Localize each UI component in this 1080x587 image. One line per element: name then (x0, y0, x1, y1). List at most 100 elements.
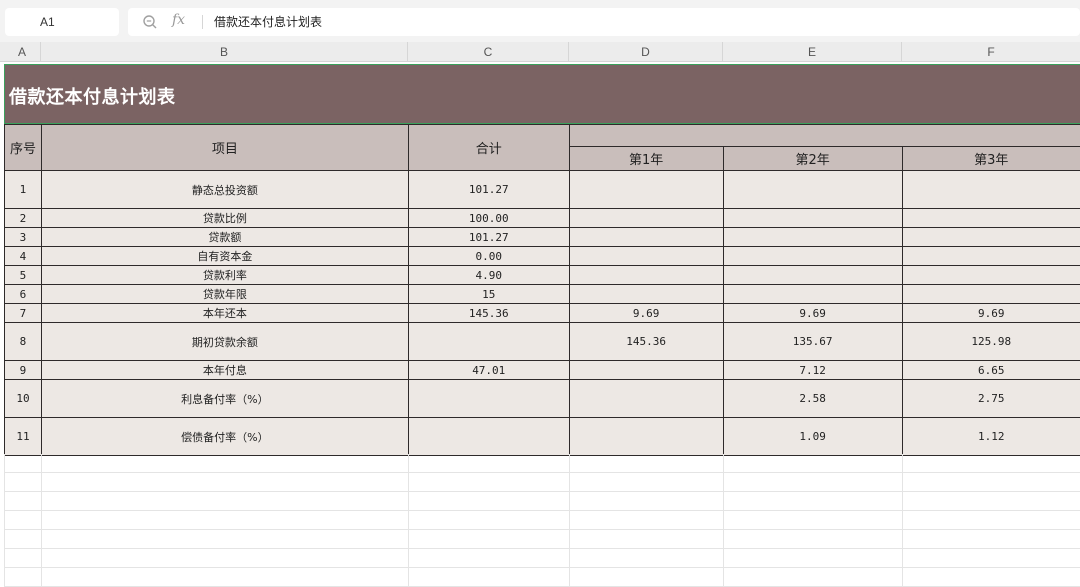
year-1-cell[interactable] (568, 170, 724, 209)
table-row: 6 贷款年限 15 (4, 284, 1080, 304)
column-header-a[interactable]: A (4, 42, 41, 62)
year-3-cell[interactable]: 1.12 (901, 417, 1080, 456)
item-label[interactable]: 偿债备付率（%） (40, 417, 409, 456)
year-3-cell[interactable] (901, 284, 1080, 304)
year-1-cell[interactable] (568, 208, 724, 228)
year-2-cell[interactable]: 1.09 (722, 417, 903, 456)
sheet-title: 借款还本付息计划表 (9, 87, 176, 108)
gridline (41, 454, 42, 587)
row-number[interactable]: 10 (4, 379, 42, 418)
total-cell[interactable]: 0.00 (407, 246, 570, 266)
function-icon[interactable]: fx (172, 12, 185, 28)
row-number[interactable]: 2 (4, 208, 42, 228)
year-3-cell[interactable] (901, 246, 1080, 266)
total-cell[interactable]: 101.27 (407, 170, 570, 209)
year-3-cell[interactable] (901, 227, 1080, 247)
total-cell[interactable] (407, 379, 570, 418)
item-label[interactable]: 静态总投资额 (40, 170, 409, 209)
row-number[interactable]: 6 (4, 284, 42, 304)
total-cell[interactable]: 100.00 (407, 208, 570, 228)
formula-content[interactable]: 借款还本付息计划表 (214, 8, 322, 36)
column-header-c[interactable]: C (408, 42, 569, 62)
column-header-b[interactable]: B (41, 42, 408, 62)
item-label[interactable]: 贷款年限 (40, 284, 409, 304)
row-number[interactable]: 4 (4, 246, 42, 266)
zoom-icon[interactable] (142, 14, 158, 30)
header-item[interactable]: 项目 (40, 124, 409, 171)
row-number[interactable]: 5 (4, 265, 42, 285)
year-2-cell[interactable] (722, 208, 903, 228)
row-number[interactable]: 9 (4, 360, 42, 380)
header-years-group[interactable] (568, 124, 1080, 147)
year-3-cell[interactable] (901, 208, 1080, 228)
item-label[interactable]: 期初贷款余额 (40, 322, 409, 361)
row-number[interactable]: 7 (4, 303, 42, 323)
cell-reference-box[interactable]: A1 (5, 8, 119, 36)
year-2-cell[interactable] (722, 284, 903, 304)
formula-input[interactable]: fx 借款还本付息计划表 (128, 8, 1080, 36)
year-3-cell[interactable]: 2.75 (901, 379, 1080, 418)
item-label[interactable]: 贷款利率 (40, 265, 409, 285)
gridline (4, 529, 1080, 530)
header-year-2[interactable]: 第2年 (722, 146, 903, 171)
column-header-e[interactable]: E (723, 42, 902, 62)
table-row: 9 本年付息 47.01 7.12 6.65 (4, 360, 1080, 380)
year-2-cell[interactable] (722, 246, 903, 266)
sheet-grid[interactable]: 借款还本付息计划表 序号 项目 合计 第1年 第2年 第3年 1 静态总投资额 (0, 62, 1080, 587)
year-1-cell[interactable]: 9.69 (568, 303, 724, 323)
row-number[interactable]: 3 (4, 227, 42, 247)
header-year-3[interactable]: 第3年 (901, 146, 1080, 171)
header-index[interactable]: 序号 (4, 124, 42, 171)
year-3-cell[interactable]: 9.69 (901, 303, 1080, 323)
year-1-cell[interactable] (568, 265, 724, 285)
year-2-cell[interactable]: 2.58 (722, 379, 903, 418)
total-cell[interactable]: 4.90 (407, 265, 570, 285)
header-year-1[interactable]: 第1年 (568, 146, 724, 171)
header-total[interactable]: 合计 (407, 124, 570, 171)
year-2-cell[interactable]: 135.67 (722, 322, 903, 361)
total-cell[interactable] (407, 322, 570, 361)
year-1-cell[interactable] (568, 379, 724, 418)
year-1-cell[interactable]: 145.36 (568, 322, 724, 361)
total-cell[interactable] (407, 417, 570, 456)
year-3-cell[interactable]: 6.65 (901, 360, 1080, 380)
column-header-f[interactable]: F (902, 42, 1080, 62)
empty-cells-area[interactable] (4, 454, 1080, 587)
year-2-cell[interactable] (722, 170, 903, 209)
year-2-cell[interactable]: 7.12 (722, 360, 903, 380)
gridline (4, 491, 1080, 492)
row-number[interactable]: 8 (4, 322, 42, 361)
column-header-d[interactable]: D (569, 42, 723, 62)
table-row: 7 本年还本 145.36 9.69 9.69 9.69 (4, 303, 1080, 323)
year-3-cell[interactable] (901, 265, 1080, 285)
item-label[interactable]: 本年付息 (40, 360, 409, 380)
item-label[interactable]: 自有资本金 (40, 246, 409, 266)
gridline (4, 454, 5, 587)
gridline (569, 454, 570, 587)
year-2-cell[interactable] (722, 265, 903, 285)
year-3-cell[interactable] (901, 170, 1080, 209)
total-cell[interactable]: 15 (407, 284, 570, 304)
item-label[interactable]: 贷款额 (40, 227, 409, 247)
year-1-cell[interactable] (568, 360, 724, 380)
total-cell[interactable]: 145.36 (407, 303, 570, 323)
year-3-cell[interactable]: 125.98 (901, 322, 1080, 361)
year-2-cell[interactable]: 9.69 (722, 303, 903, 323)
item-label[interactable]: 利息备付率（%） (40, 379, 409, 418)
year-1-cell[interactable] (568, 284, 724, 304)
sheet-title-cell[interactable]: 借款还本付息计划表 (4, 64, 1080, 124)
table-row: 1 静态总投资额 101.27 (4, 170, 1080, 209)
row-number[interactable]: 1 (4, 170, 42, 209)
row-number[interactable]: 11 (4, 417, 42, 456)
gridline (902, 454, 903, 587)
year-1-cell[interactable] (568, 417, 724, 456)
item-label[interactable]: 本年还本 (40, 303, 409, 323)
total-cell[interactable]: 47.01 (407, 360, 570, 380)
formula-bar: A1 fx 借款还本付息计划表 (0, 0, 1080, 40)
year-2-cell[interactable] (722, 227, 903, 247)
year-1-cell[interactable] (568, 246, 724, 266)
year-1-cell[interactable] (568, 227, 724, 247)
total-cell[interactable]: 101.27 (407, 227, 570, 247)
item-label[interactable]: 贷款比例 (40, 208, 409, 228)
column-header-bar: A B C D E F (0, 42, 1080, 62)
